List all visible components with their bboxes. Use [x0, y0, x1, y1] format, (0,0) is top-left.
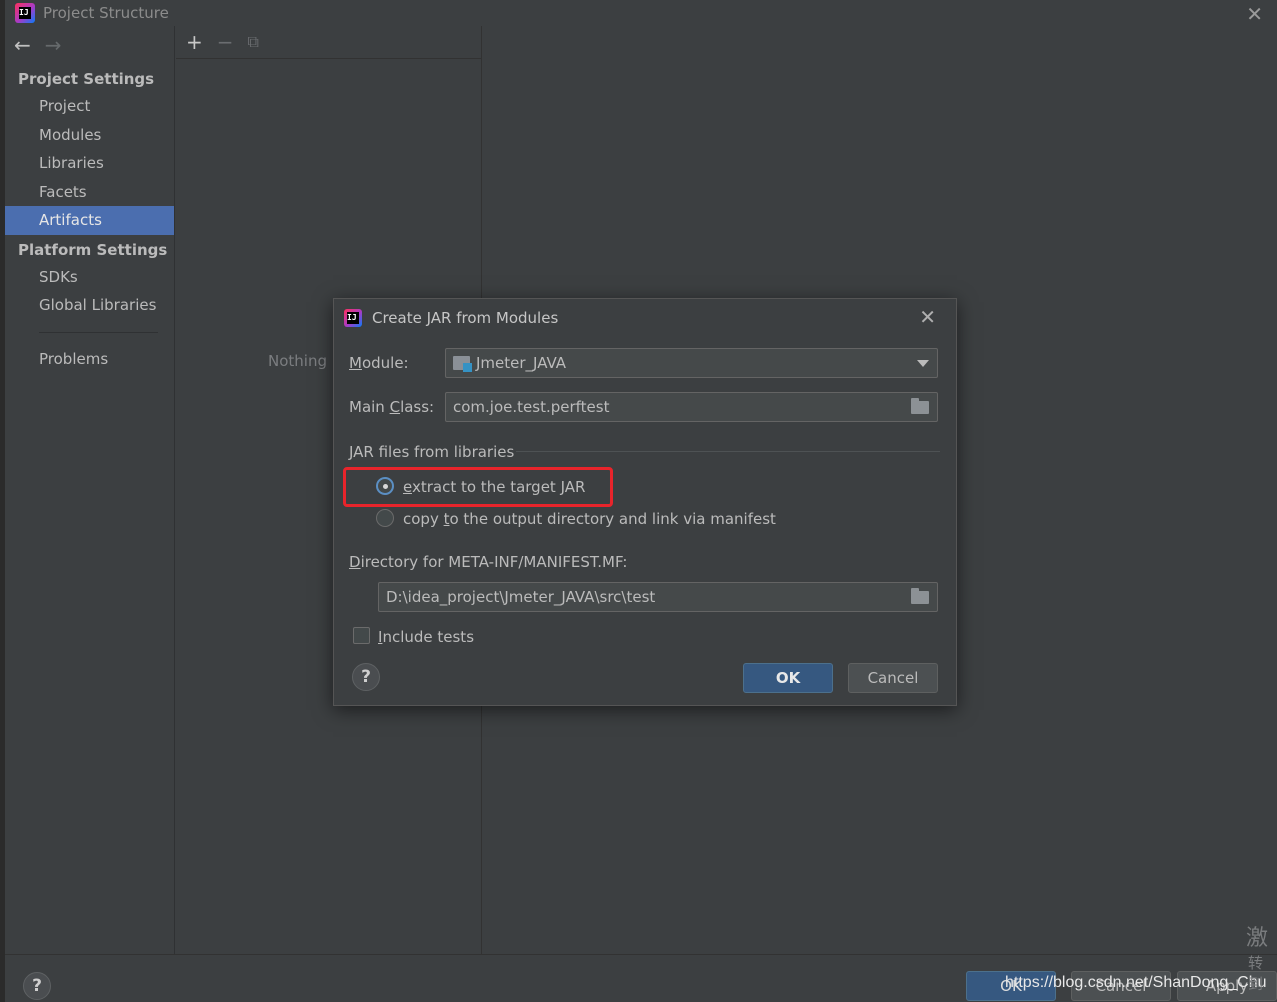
include-tests-checkbox[interactable]	[353, 627, 370, 644]
watermark-text: https://blog.csdn.net/ShanDong_Chu	[1005, 974, 1267, 991]
extract-radio[interactable]	[376, 477, 394, 495]
module-icon	[453, 356, 472, 372]
sidebar-item-problems[interactable]: Problems	[5, 345, 174, 374]
close-icon[interactable]: ✕	[919, 305, 936, 329]
close-icon[interactable]: ✕	[1246, 2, 1263, 26]
dialog-titlebar: Create JAR from Modules ✕	[334, 299, 956, 337]
sidebar-item-libraries[interactable]: Libraries	[5, 149, 174, 178]
extract-option-label[interactable]: extract to the target JAR	[403, 478, 585, 496]
main-class-value: com.joe.test.perftest	[453, 398, 610, 416]
create-jar-dialog: Create JAR from Modules ✕ Module: Jmeter…	[333, 298, 957, 706]
intellij-app-icon	[344, 309, 362, 327]
dialog-title: Create JAR from Modules	[372, 309, 559, 327]
artifacts-toolbar: + − ⧉	[176, 26, 481, 59]
folder-icon[interactable]	[911, 588, 929, 604]
project-settings-header: Project Settings	[18, 70, 155, 88]
folder-icon[interactable]	[911, 398, 929, 414]
sidebar-item-facets[interactable]: Facets	[5, 178, 174, 207]
dialog-cancel-button[interactable]: Cancel	[848, 663, 938, 693]
manifest-dir-field[interactable]: D:\idea_project\Jmeter_JAVA\src\test	[378, 582, 938, 612]
main-class-field[interactable]: com.joe.test.perftest	[445, 392, 938, 422]
module-label: Module:	[349, 354, 409, 372]
sidebar-divider	[39, 331, 158, 333]
forward-arrow-icon[interactable]: →	[45, 33, 62, 57]
sidebar-item-sdks[interactable]: SDKs	[5, 263, 174, 292]
help-icon[interactable]: ?	[352, 663, 380, 691]
copy-radio[interactable]	[376, 509, 394, 527]
sidebar-item-global-libraries[interactable]: Global Libraries	[5, 291, 174, 320]
navigation-arrows: ← →	[5, 26, 174, 64]
group-separator	[516, 451, 940, 452]
empty-list-text: Nothing	[268, 352, 327, 370]
intellij-app-icon	[15, 3, 35, 23]
sidebar-item-modules[interactable]: Modules	[5, 121, 174, 150]
manifest-dir-value: D:\idea_project\Jmeter_JAVA\src\test	[386, 588, 656, 606]
copy-option-label[interactable]: copy to the output directory and link vi…	[403, 510, 776, 528]
dialog-ok-button[interactable]: OK	[743, 663, 833, 693]
project-structure-sidebar: ← → Project Settings Project Modules Lib…	[5, 26, 175, 954]
module-combo[interactable]: Jmeter_JAVA	[445, 348, 938, 378]
manifest-dir-label: Directory for META-INF/MANIFEST.MF:	[349, 553, 628, 571]
window-titlebar: Project Structure ✕	[5, 0, 1277, 26]
back-arrow-icon[interactable]: ←	[14, 33, 31, 57]
main-class-label: Main Class:	[349, 398, 435, 416]
copy-icon[interactable]: ⧉	[248, 32, 259, 52]
activation-notice-line2: 转到	[1248, 954, 1264, 993]
include-tests-label[interactable]: Include tests	[378, 628, 474, 646]
jar-files-group-label: JAR files from libraries	[349, 443, 515, 461]
module-value: Jmeter_JAVA	[476, 354, 567, 372]
sidebar-item-artifacts[interactable]: Artifacts	[5, 206, 174, 235]
add-icon[interactable]: +	[186, 30, 203, 54]
window-title: Project Structure	[43, 4, 169, 22]
help-icon[interactable]: ?	[23, 972, 51, 1000]
activation-notice-line1: 激	[1246, 926, 1269, 951]
platform-settings-header: Platform Settings	[18, 240, 168, 259]
sidebar-item-project[interactable]: Project	[5, 92, 174, 121]
remove-icon[interactable]: −	[217, 30, 234, 54]
chevron-down-icon	[917, 360, 929, 367]
